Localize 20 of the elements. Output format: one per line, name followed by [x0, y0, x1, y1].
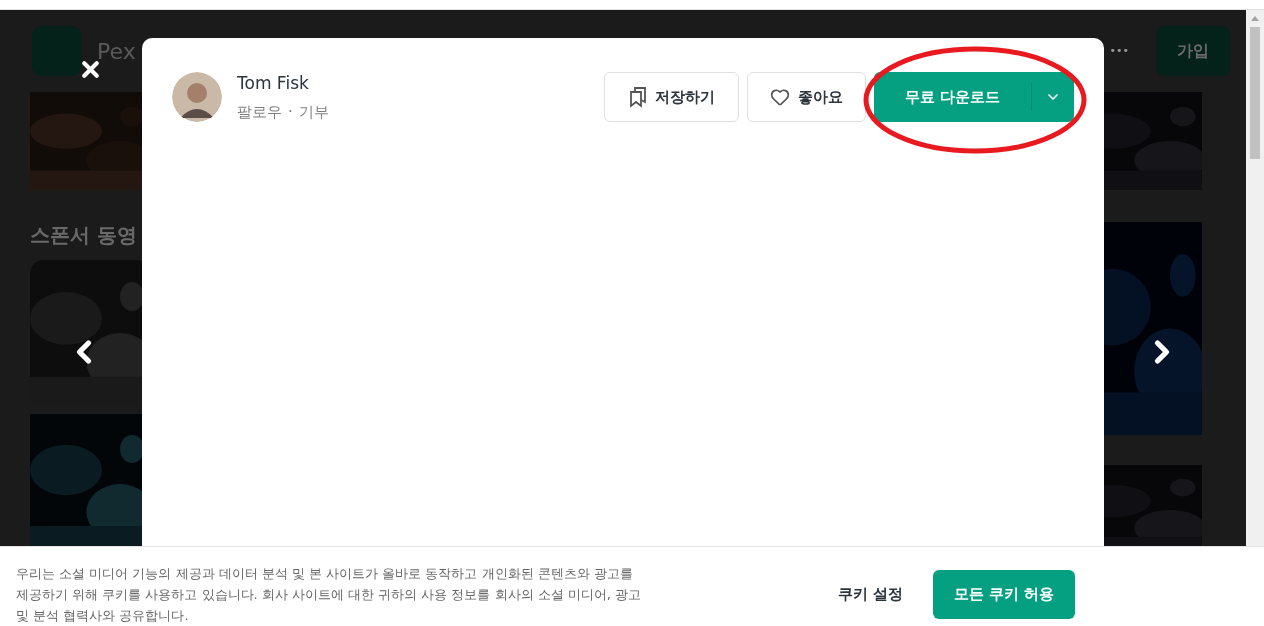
scrollbar-thumb[interactable] [1250, 27, 1260, 159]
author-name[interactable]: Tom Fisk [237, 71, 329, 97]
scrollbar[interactable] [1246, 10, 1264, 546]
accept-cookies-button[interactable]: 모든 쿠키 허용 [933, 570, 1076, 619]
avatar [172, 72, 222, 122]
section-heading: 스폰서 동영 [30, 222, 138, 249]
follow-link[interactable]: 팔로우 [237, 100, 282, 123]
save-button[interactable]: 저장하기 [604, 72, 739, 122]
download-button[interactable]: 무료 다운로드 [874, 72, 1074, 122]
heart-icon [770, 87, 790, 107]
bookmarks-icon [628, 86, 647, 108]
logo-icon [32, 26, 82, 76]
donate-link[interactable]: 기부 [298, 100, 329, 123]
scroll-up-icon[interactable] [1251, 16, 1259, 21]
like-button[interactable]: 좋아요 [747, 72, 866, 122]
cookie-notice: 우리는 소셜 미디어 기능의 제공과 데이터 분석 및 본 사이트가 올바로 동작하고 개인화된 콘텐츠와 광고를 제공하기 위해 쿠키를 사용하고 있습니다. 회사 사이트에 대한 귀하의 사용 정보를 회사의 소셜 미디어, 광고 및 분석 협력사와 공유합니다. [16, 565, 643, 625]
more-menu[interactable]: ••• [1109, 42, 1129, 60]
separator: · [288, 101, 293, 123]
logo-text: Pex [97, 37, 136, 66]
cookie-settings-button[interactable]: 쿠키 설정 [838, 583, 904, 606]
